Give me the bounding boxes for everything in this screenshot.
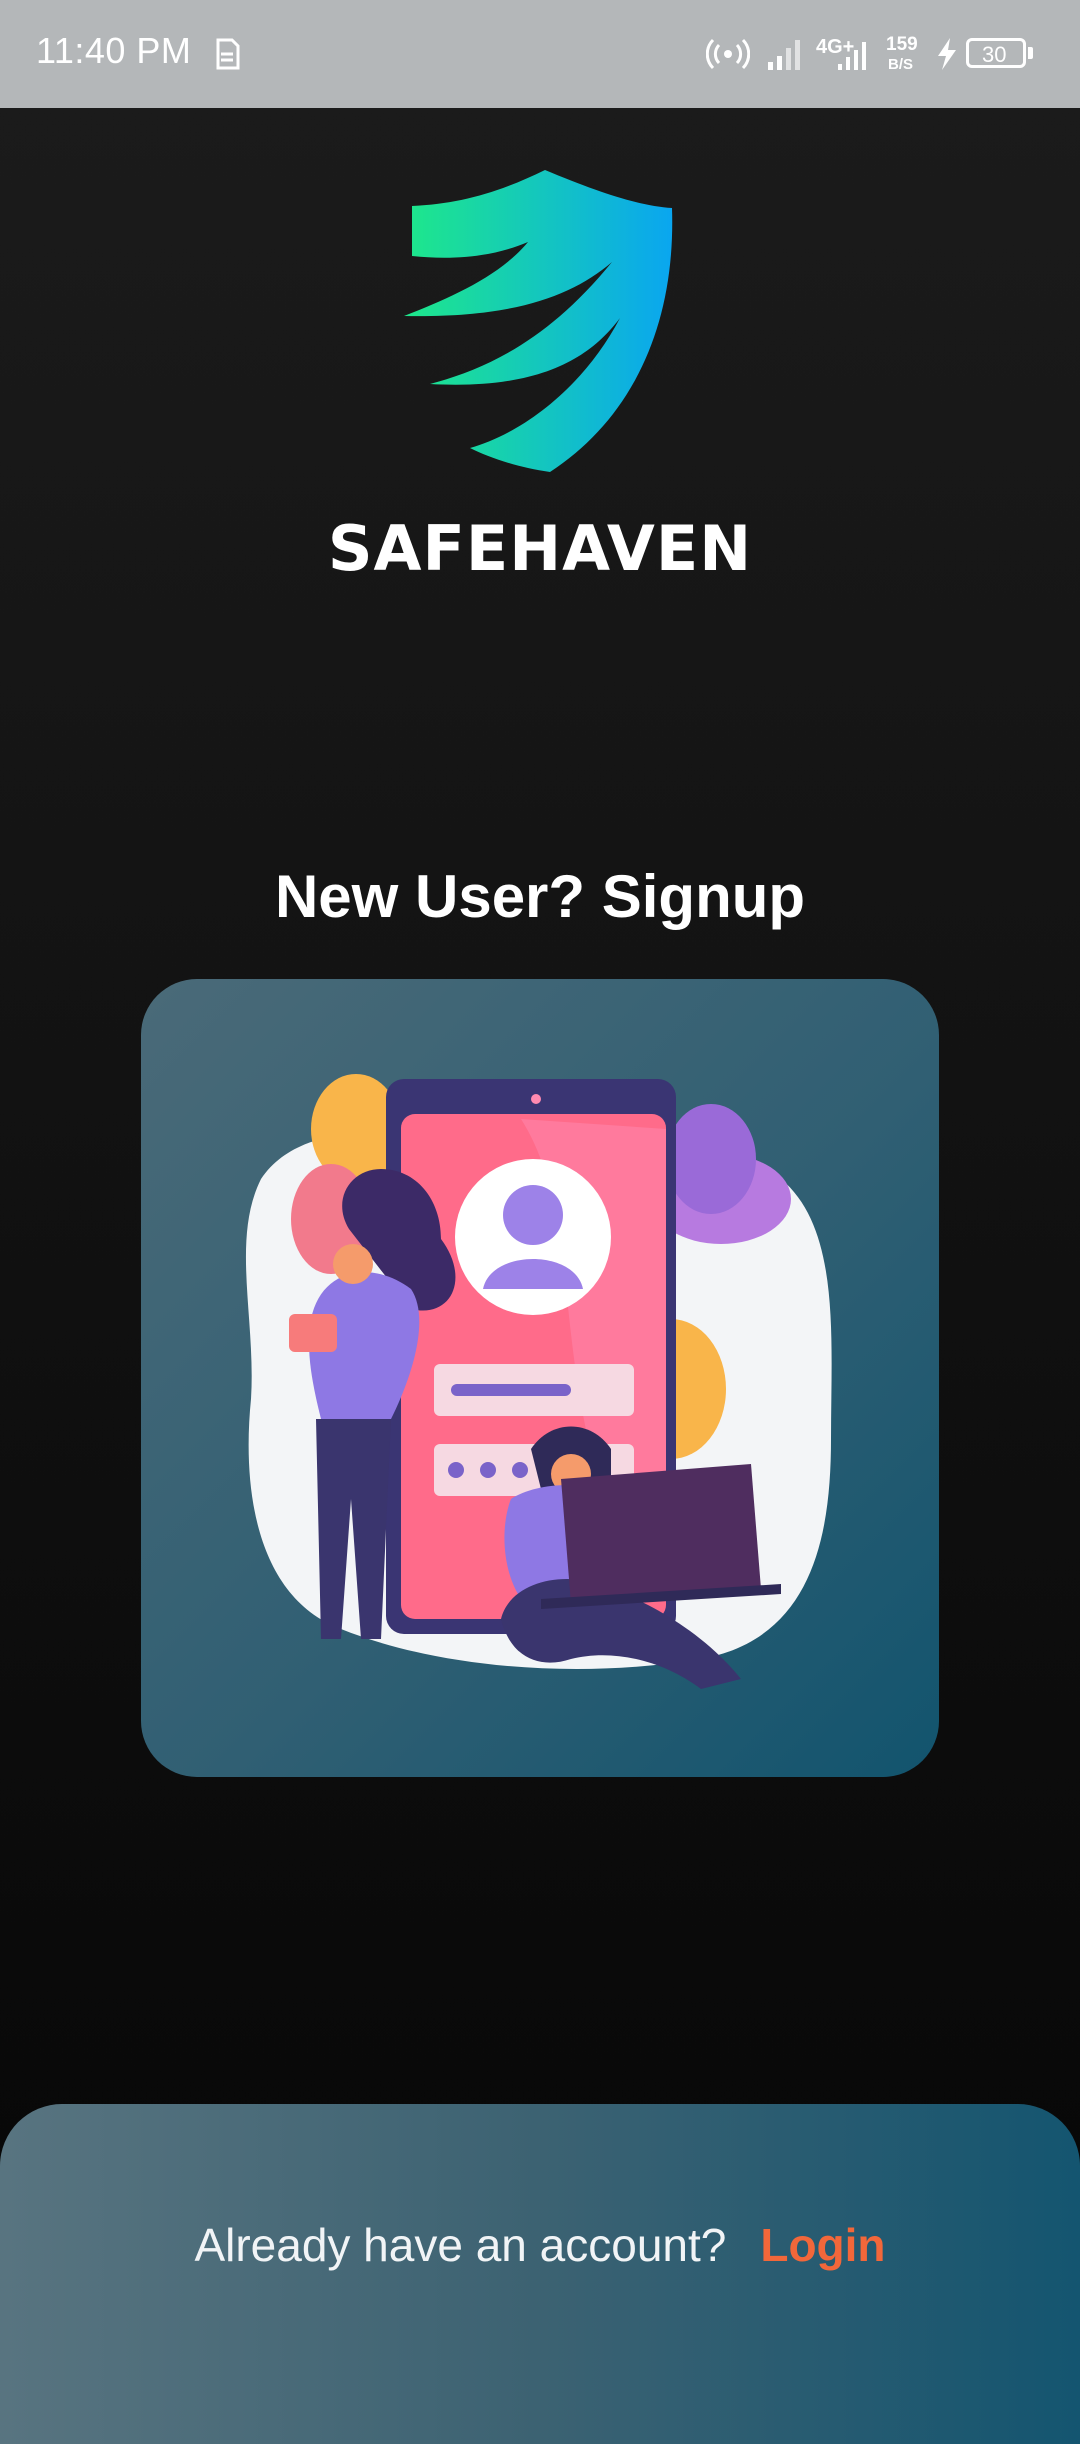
- speed-unit: B/S: [888, 56, 914, 73]
- login-prompt: Already have an account? Login: [0, 2218, 1080, 2272]
- battery-level: 30: [982, 42, 1007, 67]
- login-question: Already have an account?: [194, 2219, 727, 2271]
- speed-value: 159: [886, 34, 918, 55]
- status-time: 11:40 PM: [36, 30, 192, 71]
- shield-logo-icon: [404, 170, 673, 472]
- hotspot-icon: [706, 38, 750, 70]
- illustration-card: [141, 979, 939, 1777]
- signup-illustration-icon: [245, 1074, 832, 1689]
- sim-icon: [216, 38, 240, 70]
- login-prompt-panel: [0, 2104, 1080, 2444]
- signal-icon: [768, 40, 800, 70]
- status-bar: 11:40 PM 4G+ 159 B/S 30: [0, 0, 1080, 108]
- battery-tip: [1028, 47, 1033, 59]
- charging-icon: [938, 38, 956, 70]
- battery-icon: 30: [966, 38, 1026, 68]
- signal-4g-icon: [838, 42, 866, 70]
- login-link[interactable]: Login: [760, 2219, 885, 2271]
- brand-name: SAFEHAVEN: [327, 512, 753, 585]
- page-title: New User? Signup: [274, 863, 806, 930]
